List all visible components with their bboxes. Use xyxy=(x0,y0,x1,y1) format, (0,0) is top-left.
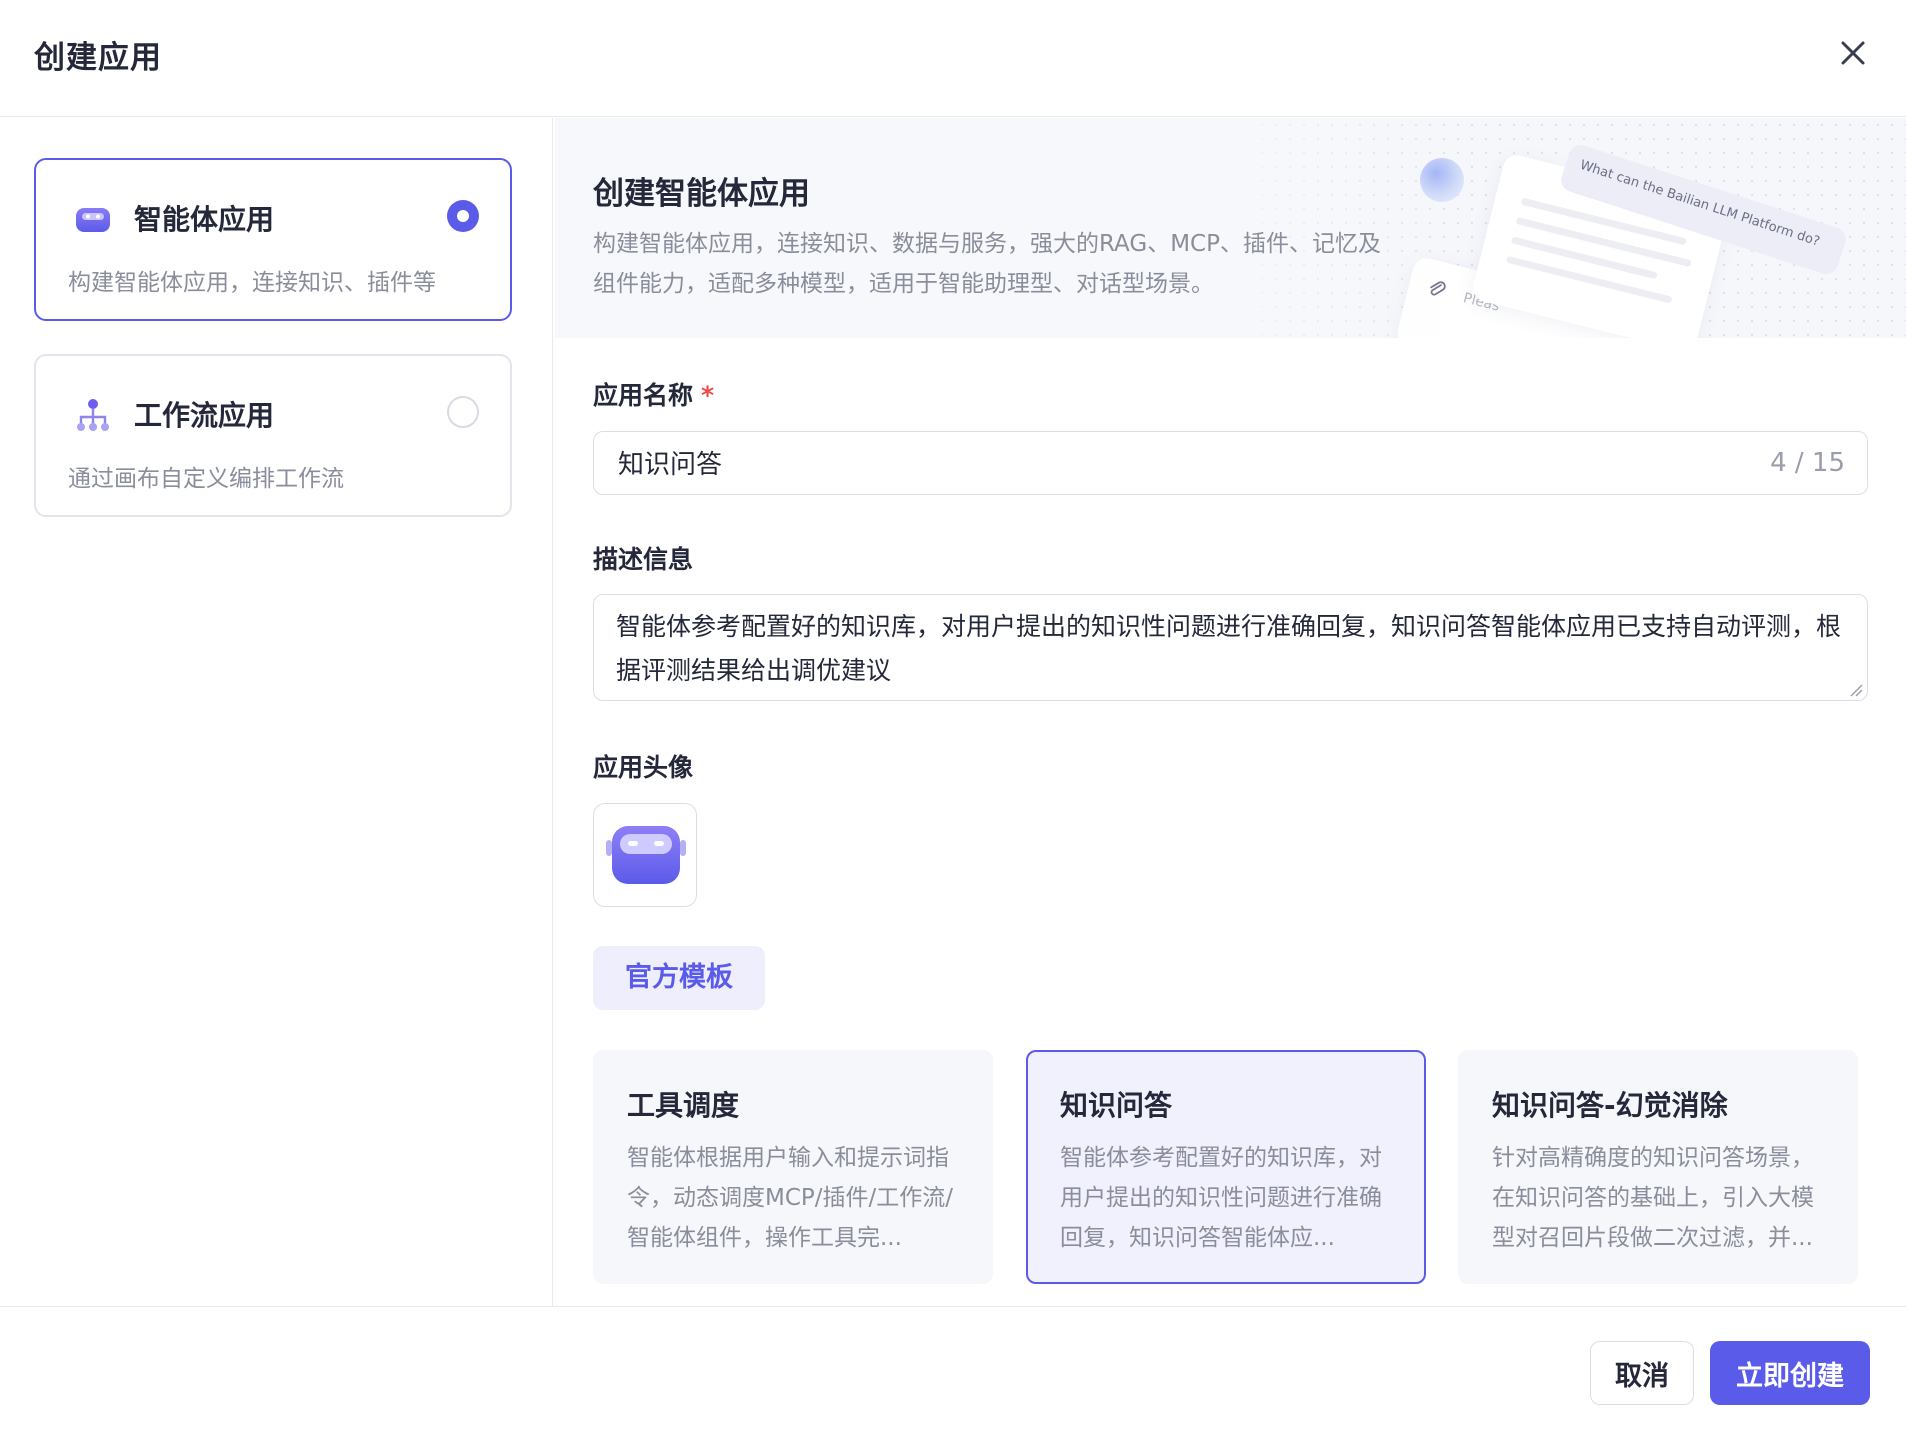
dialog-header: 创建应用 xyxy=(0,0,1906,117)
desc-textarea[interactable]: 智能体参考配置好的知识库，对用户提出的知识性问题进行准确回复，知识问答智能体应用… xyxy=(616,605,1846,693)
app-type-banner: Pleas What can the Bailian LLM Platform … xyxy=(555,118,1906,338)
avatar-label: 应用头像 xyxy=(593,753,694,782)
template-desc: 智能体根据用户输入和提示词指令，动态调度MCP/插件/工作流/智能体组件，操作工… xyxy=(627,1145,954,1251)
app-name-label: 应用名称 * xyxy=(593,376,714,412)
app-type-agent-title: 智能体应用 xyxy=(134,203,275,236)
avatar-picker[interactable] xyxy=(593,803,697,907)
banner-title: 创建智能体应用 xyxy=(593,176,810,212)
app-type-workflow-radio[interactable] xyxy=(447,396,479,428)
template-title: 工具调度 xyxy=(627,1089,740,1122)
template-desc: 针对高精确度的知识问答场景，在知识问答的基础上，引入大模型对召回片段做二次过滤，… xyxy=(1492,1145,1814,1251)
template-card-tool-dispatch[interactable]: 工具调度 智能体根据用户输入和提示词指令，动态调度MCP/插件/工作流/智能体组… xyxy=(593,1050,993,1284)
dialog-footer: 取消 立即创建 xyxy=(0,1306,1906,1434)
template-desc: 智能体参考配置好的知识库，对用户提出的知识性问题进行准确回复，知识问答智能体应.… xyxy=(1060,1145,1382,1251)
robot-icon xyxy=(74,200,112,238)
create-button[interactable]: 立即创建 xyxy=(1710,1341,1870,1405)
resize-handle-icon[interactable] xyxy=(1849,682,1863,697)
close-icon[interactable] xyxy=(1834,34,1872,72)
dialog-title: 创建应用 xyxy=(34,40,162,76)
app-type-agent-desc: 构建智能体应用，连接知识、插件等 xyxy=(68,270,436,296)
desc-label: 描述信息 xyxy=(593,545,694,574)
tab-official-templates[interactable]: 官方模板 xyxy=(593,946,765,1010)
cancel-button[interactable]: 取消 xyxy=(1590,1341,1694,1405)
app-type-agent-radio[interactable] xyxy=(447,200,479,232)
banner-desc: 构建智能体应用，连接知识、数据与服务，强大的RAG、MCP、插件、记忆及组件能力… xyxy=(593,231,1381,297)
app-type-workflow-title: 工作流应用 xyxy=(134,399,275,432)
app-name-field[interactable]: 4 / 15 xyxy=(593,431,1868,495)
app-type-sidebar: 智能体应用 构建智能体应用，连接知识、插件等 工作流应用 通过画布自定义编排工作… xyxy=(0,118,553,1306)
required-mark: * xyxy=(701,381,715,410)
create-form-panel: Pleas What can the Bailian LLM Platform … xyxy=(555,118,1906,1306)
app-name-label-text: 应用名称 xyxy=(593,381,694,410)
template-title: 知识问答 xyxy=(1060,1089,1173,1122)
template-card-hallucination-removal[interactable]: 知识问答-幻觉消除 针对高精确度的知识问答场景，在知识问答的基础上，引入大模型对… xyxy=(1458,1050,1858,1284)
app-type-workflow-desc: 通过画布自定义编排工作流 xyxy=(68,466,344,492)
app-name-input[interactable] xyxy=(618,432,1718,493)
app-type-workflow-card[interactable]: 工作流应用 通过画布自定义编排工作流 xyxy=(34,354,512,517)
template-title: 知识问答-幻觉消除 xyxy=(1492,1089,1728,1122)
app-name-counter: 4 / 15 xyxy=(1770,448,1845,478)
robot-icon xyxy=(606,826,686,884)
template-card-knowledge-qa[interactable]: 知识问答 智能体参考配置好的知识库，对用户提出的知识性问题进行准确回复，知识问答… xyxy=(1026,1050,1426,1284)
workflow-icon xyxy=(74,396,112,434)
desc-field[interactable]: 智能体参考配置好的知识库，对用户提出的知识性问题进行准确回复，知识问答智能体应用… xyxy=(593,594,1868,701)
app-type-agent-card[interactable]: 智能体应用 构建智能体应用，连接知识、插件等 xyxy=(34,158,512,321)
